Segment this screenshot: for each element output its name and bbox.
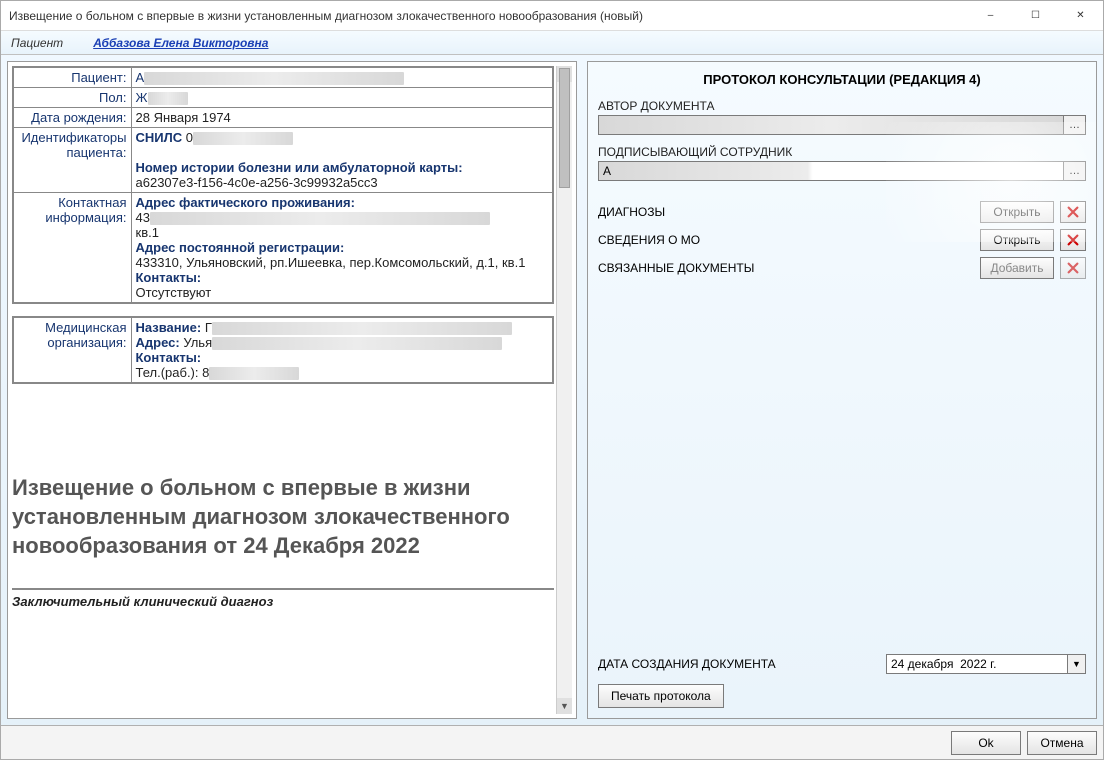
diagnosis-section-label: Заключительный клинический диагноз — [12, 594, 554, 609]
author-input[interactable] — [598, 115, 1064, 135]
add-button[interactable]: Добавить — [980, 257, 1054, 279]
window-title: Извещение о больном с впервые в жизни ус… — [9, 9, 643, 23]
section-label: ДИАГНОЗЫ — [598, 205, 974, 219]
section-label: СВЕДЕНИЯ О МО — [598, 233, 974, 247]
patient-bar: Пациент Аббазова Елена Викторовна — [1, 31, 1103, 55]
org-info-table: Медицинская организация: Название: Г Адр… — [12, 316, 554, 384]
right-pane: ПРОТОКОЛ КОНСУЛЬТАЦИИ (РЕДАКЦИЯ 4) АВТОР… — [587, 61, 1097, 719]
row-value-dob: 28 Января 1974 — [131, 108, 553, 128]
ok-button[interactable]: Ok — [951, 731, 1021, 755]
row-value-sex: Ж — [131, 88, 553, 108]
titlebar: Извещение о больном с впервые в жизни ус… — [1, 1, 1103, 31]
section-label: СВЯЗАННЫЕ ДОКУМЕНТЫ — [598, 261, 974, 275]
close-button[interactable]: ✕ — [1058, 1, 1103, 30]
section-row: СВЯЗАННЫЕ ДОКУМЕНТЫ Добавить — [598, 257, 1086, 279]
footer: Ok Отмена — [1, 725, 1103, 759]
row-label-dob: Дата рождения: — [13, 108, 131, 128]
row-label-contact: Контактная информация: — [13, 193, 131, 304]
date-input[interactable] — [886, 654, 1068, 674]
scroll-down-icon[interactable]: ▼ — [557, 698, 572, 714]
minimize-button[interactable]: ‒ — [968, 1, 1013, 30]
row-label-sex: Пол: — [13, 88, 131, 108]
main-window: Извещение о больном с впервые в жизни ус… — [0, 0, 1104, 760]
divider — [12, 588, 554, 590]
row-label-patient: Пациент: — [13, 67, 131, 88]
document-title: Извещение о больном с впервые в жизни ус… — [12, 474, 554, 560]
author-label: АВТОР ДОКУМЕНТА — [598, 99, 1086, 113]
signer-browse-button[interactable]: … — [1064, 161, 1086, 181]
date-label: ДАТА СОЗДАНИЯ ДОКУМЕНТА — [598, 657, 886, 671]
patient-bar-label: Пациент — [11, 36, 63, 50]
row-value-contact: Адрес фактического проживания: 43 кв.1 А… — [131, 193, 553, 304]
left-scrollbar[interactable]: ▲ ▼ — [556, 66, 572, 714]
print-protocol-button[interactable]: Печать протокола — [598, 684, 724, 708]
left-pane: Пациент: А Пол: Ж Дата рождения: 28 Янва… — [7, 61, 577, 719]
protocol-title: ПРОТОКОЛ КОНСУЛЬТАЦИИ (РЕДАКЦИЯ 4) — [598, 72, 1086, 87]
row-value-org: Название: Г Адрес: Улья Контакты: Тел.(р… — [131, 317, 553, 383]
section-row: СВЕДЕНИЯ О МО Открыть — [598, 229, 1086, 251]
content-area: Пациент: А Пол: Ж Дата рождения: 28 Янва… — [1, 55, 1103, 725]
open-button[interactable]: Открыть — [980, 229, 1054, 251]
date-row: ДАТА СОЗДАНИЯ ДОКУМЕНТА ▼ — [598, 654, 1086, 674]
date-picker[interactable]: ▼ — [886, 654, 1086, 674]
delete-button[interactable] — [1060, 257, 1086, 279]
author-combo: … — [598, 115, 1086, 135]
delete-button[interactable] — [1060, 229, 1086, 251]
signer-label: ПОДПИСЫВАЮЩИЙ СОТРУДНИК — [598, 145, 1086, 159]
maximize-button[interactable]: ☐ — [1013, 1, 1058, 30]
delete-icon — [1066, 261, 1080, 275]
patient-link[interactable]: Аббазова Елена Викторовна — [93, 36, 268, 50]
delete-button[interactable] — [1060, 201, 1086, 223]
delete-icon — [1066, 233, 1080, 247]
row-value-ids: СНИЛС 0 Номер истории болезни или амбула… — [131, 128, 553, 193]
delete-icon — [1066, 205, 1080, 219]
scroll-thumb[interactable] — [559, 68, 570, 188]
row-label-ids: Идентификаторы пациента: — [13, 128, 131, 193]
author-browse-button[interactable]: … — [1064, 115, 1086, 135]
open-button[interactable]: Открыть — [980, 201, 1054, 223]
row-value-patient: А — [131, 67, 553, 88]
section-row: ДИАГНОЗЫ Открыть — [598, 201, 1086, 223]
signer-input[interactable] — [598, 161, 1064, 181]
patient-info-table: Пациент: А Пол: Ж Дата рождения: 28 Янва… — [12, 66, 554, 304]
signer-combo: … — [598, 161, 1086, 181]
cancel-button[interactable]: Отмена — [1027, 731, 1097, 755]
row-label-org: Медицинская организация: — [13, 317, 131, 383]
date-dropdown-icon[interactable]: ▼ — [1068, 654, 1086, 674]
